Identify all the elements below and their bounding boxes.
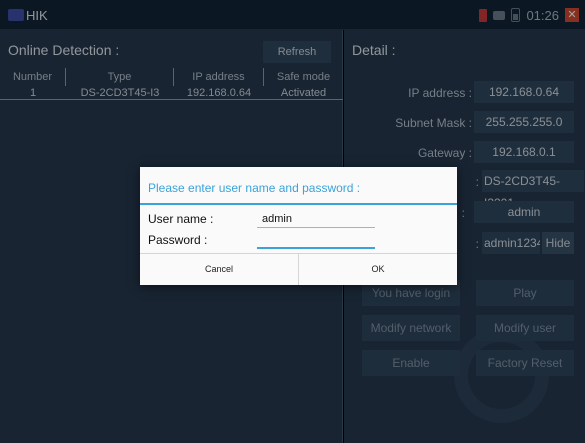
dialog-title: Please enter user name and password : xyxy=(148,181,361,195)
password-field-underline xyxy=(257,247,375,249)
username-field-label: User name : xyxy=(148,212,214,226)
dialog-divider xyxy=(140,203,457,205)
ok-button[interactable]: OK xyxy=(298,254,457,285)
username-field-underline xyxy=(257,227,375,228)
login-dialog: Please enter user name and password : Us… xyxy=(140,167,457,285)
cancel-button[interactable]: Cancel xyxy=(140,254,298,285)
password-field-label: Password : xyxy=(148,233,208,247)
dialog-buttons: Cancel OK xyxy=(140,253,457,285)
username-field[interactable]: admin xyxy=(262,213,292,225)
